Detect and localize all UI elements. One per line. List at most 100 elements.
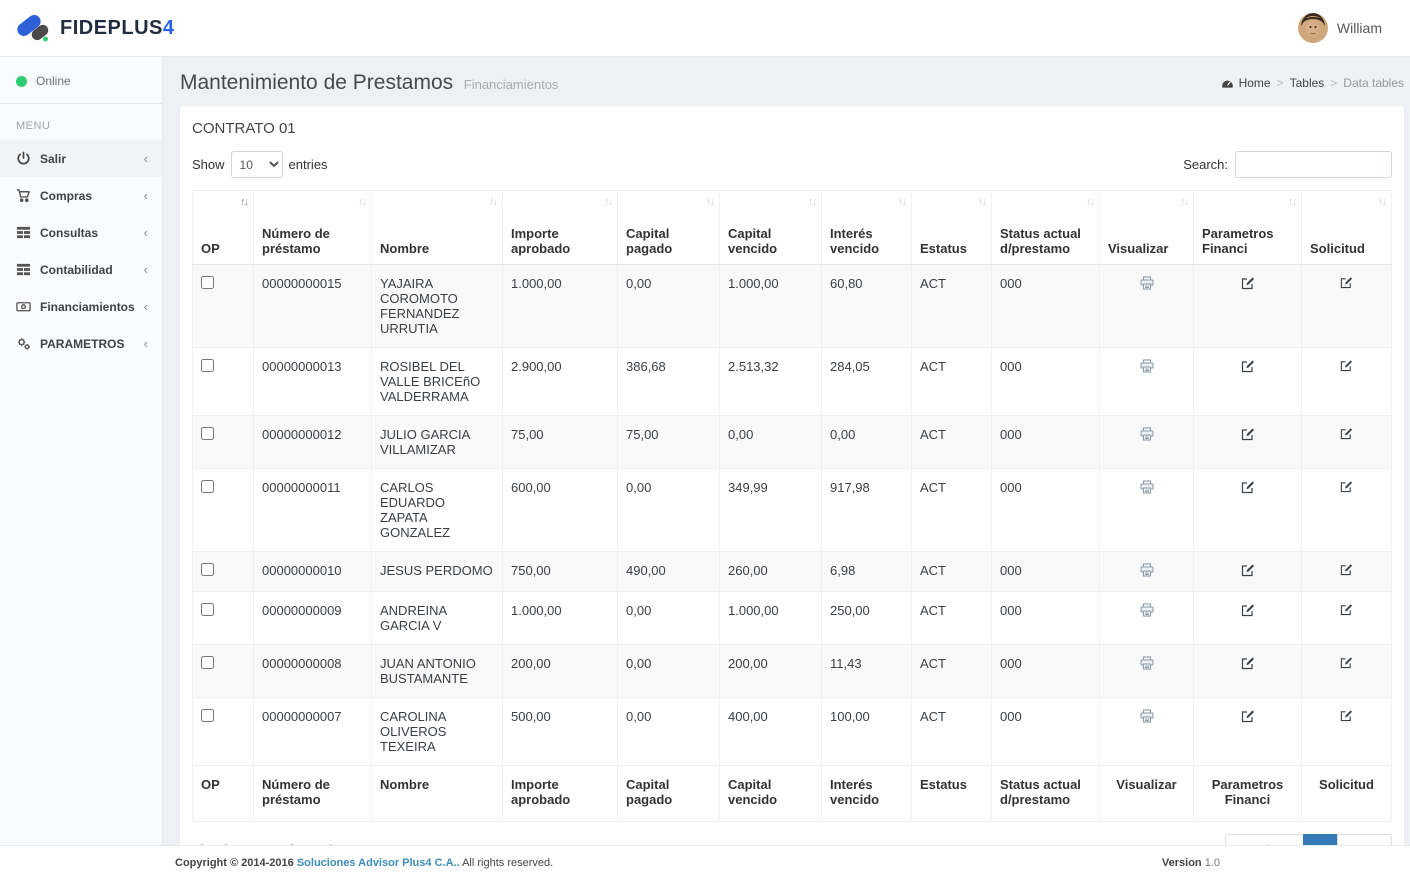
table-row: 00000000012 JULIO GARCIA VILLAMIZAR 75,0…	[193, 416, 1392, 469]
main-content: Mantenimiento de Prestamos Financiamient…	[163, 57, 1410, 845]
cell-estatus: ACT	[912, 416, 992, 469]
edit-icon[interactable]	[1340, 709, 1353, 722]
column-header-capital-pagado[interactable]: Capital pagado	[618, 191, 720, 265]
row-checkbox[interactable]	[201, 709, 214, 722]
cell-nombre: ANDREINA GARCIA V	[372, 592, 503, 645]
brand-logo[interactable]: FIDEPLUS4	[12, 11, 175, 45]
breadcrumb-separator: >	[1330, 76, 1337, 90]
cell-interes-vencido: 60,80	[822, 265, 912, 348]
cell-capital-vencido: 2.513,32	[720, 348, 822, 416]
edit-icon[interactable]	[1340, 603, 1353, 616]
row-checkbox[interactable]	[201, 276, 214, 289]
cell-status-actual: 000	[992, 552, 1100, 592]
cell-importe-aprobado: 600,00	[503, 469, 618, 552]
edit-icon[interactable]	[1241, 709, 1255, 723]
column-header-status-actual[interactable]: Status actual d/prestamo	[992, 191, 1100, 265]
sidebar-item-consultas[interactable]: Consultas ‹	[0, 214, 162, 251]
sidebar-item-salir[interactable]: Salir ‹	[0, 140, 162, 177]
row-checkbox[interactable]	[201, 427, 214, 440]
cell-capital-vencido: 1.000,00	[720, 265, 822, 348]
edit-icon[interactable]	[1241, 563, 1255, 577]
cell-numero-prestamo: 00000000011	[254, 469, 372, 552]
cell-interes-vencido: 250,00	[822, 592, 912, 645]
column-header-solicitud[interactable]: Solicitud	[1302, 191, 1392, 265]
edit-icon[interactable]	[1340, 656, 1353, 669]
row-checkbox[interactable]	[201, 563, 214, 576]
breadcrumb-home[interactable]: Home	[1221, 76, 1271, 90]
row-checkbox[interactable]	[201, 656, 214, 669]
breadcrumb-tables[interactable]: Tables	[1290, 76, 1325, 90]
user-avatar	[1298, 13, 1328, 43]
edit-icon[interactable]	[1241, 480, 1255, 494]
column-header-interes[interactable]: Interés vencido	[822, 191, 912, 265]
row-checkbox[interactable]	[201, 603, 214, 616]
cell-solicitud	[1302, 592, 1392, 645]
cell-parametros-financi	[1194, 552, 1302, 592]
company-link[interactable]: Soluciones Advisor Plus4 C.A..	[297, 857, 460, 869]
cell-visualizar	[1100, 552, 1194, 592]
cell-interes-vencido: 917,98	[822, 469, 912, 552]
row-checkbox[interactable]	[201, 359, 214, 372]
edit-icon[interactable]	[1340, 563, 1353, 576]
cell-visualizar	[1100, 265, 1194, 348]
cell-capital-vencido: 400,00	[720, 698, 822, 766]
print-icon[interactable]	[1140, 603, 1154, 617]
column-header-estatus[interactable]: Estatus	[912, 191, 992, 265]
column-header-parametros[interactable]: Parametros Financi	[1194, 191, 1302, 265]
cell-capital-pagado: 75,00	[618, 416, 720, 469]
cell-interes-vencido: 284,05	[822, 348, 912, 416]
sidebar-item-compras[interactable]: Compras ‹	[0, 177, 162, 214]
cell-capital-pagado: 0,00	[618, 265, 720, 348]
edit-icon[interactable]	[1241, 276, 1255, 290]
cell-parametros-financi	[1194, 348, 1302, 416]
column-header-capital-vencido[interactable]: Capital vencido	[720, 191, 822, 265]
footer-op: OP	[193, 766, 254, 822]
footer-numero: Número de préstamo	[254, 766, 372, 822]
print-icon[interactable]	[1140, 276, 1154, 290]
chevron-left-icon: ‹	[144, 188, 148, 203]
column-header-numero[interactable]: Número de préstamo	[254, 191, 372, 265]
footer-parametros: Parametros Financi	[1194, 766, 1302, 822]
cell-solicitud	[1302, 469, 1392, 552]
sidebar-item-parametros[interactable]: PARAMETROS ‹	[0, 325, 162, 362]
cell-importe-aprobado: 75,00	[503, 416, 618, 469]
sidebar-item-contabilidad[interactable]: Contabilidad ‹	[0, 251, 162, 288]
sort-icon	[1288, 196, 1295, 208]
edit-icon[interactable]	[1241, 603, 1255, 617]
print-icon[interactable]	[1140, 709, 1154, 723]
edit-icon[interactable]	[1241, 359, 1255, 373]
online-status-icon	[16, 76, 27, 87]
row-checkbox-cell	[193, 416, 254, 469]
column-header-importe[interactable]: Importe aprobado	[503, 191, 618, 265]
user-menu[interactable]: William	[1298, 13, 1382, 43]
print-icon[interactable]	[1140, 563, 1154, 577]
print-icon[interactable]	[1140, 427, 1154, 441]
sidebar-item-label: Financiamientos	[40, 300, 135, 314]
sidebar-item-financiamientos[interactable]: Financiamientos ‹	[0, 288, 162, 325]
cell-visualizar	[1100, 698, 1194, 766]
edit-icon[interactable]	[1241, 656, 1255, 670]
table-search: Search:	[1183, 151, 1392, 178]
edit-icon[interactable]	[1340, 427, 1353, 440]
edit-icon[interactable]	[1340, 276, 1353, 289]
row-checkbox-cell	[193, 265, 254, 348]
cell-importe-aprobado: 1.000,00	[503, 592, 618, 645]
cell-numero-prestamo: 00000000008	[254, 645, 372, 698]
print-icon[interactable]	[1140, 359, 1154, 373]
search-input[interactable]	[1235, 151, 1392, 178]
print-icon[interactable]	[1140, 480, 1154, 494]
sort-icon	[706, 196, 713, 208]
column-header-nombre[interactable]: Nombre	[372, 191, 503, 265]
page-length-select[interactable]: 10	[231, 151, 283, 178]
edit-icon[interactable]	[1340, 359, 1353, 372]
footer-estatus: Estatus	[912, 766, 992, 822]
row-checkbox[interactable]	[201, 480, 214, 493]
edit-icon[interactable]	[1241, 427, 1255, 441]
edit-icon[interactable]	[1340, 480, 1353, 493]
column-header-visualizar[interactable]: Visualizar	[1100, 191, 1194, 265]
page-title: Mantenimiento de Prestamos	[180, 71, 453, 94]
top-navbar: FIDEPLUS4 William	[0, 0, 1410, 57]
column-header-op[interactable]: OP	[193, 191, 254, 265]
print-icon[interactable]	[1140, 656, 1154, 670]
cell-capital-vencido: 200,00	[720, 645, 822, 698]
